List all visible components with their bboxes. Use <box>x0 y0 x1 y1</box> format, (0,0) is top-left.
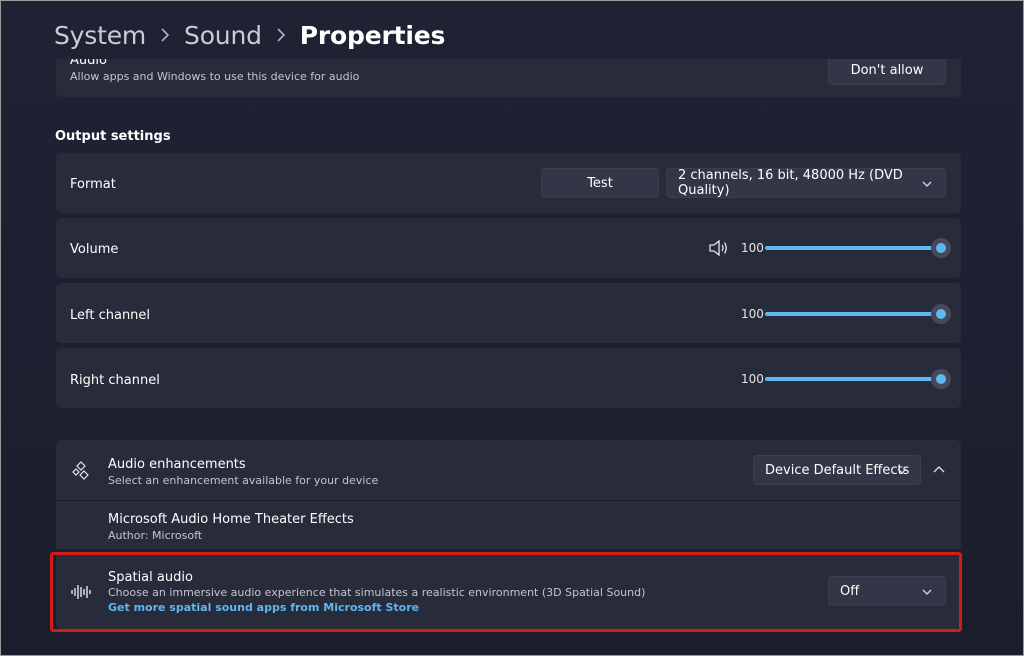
chevron-right-icon <box>160 28 170 42</box>
volume-slider[interactable] <box>765 238 951 258</box>
right-channel-slider[interactable] <box>765 369 951 389</box>
chevron-right-icon <box>276 28 286 42</box>
format-dropdown[interactable]: 2 channels, 16 bit, 48000 Hz (DVD Qualit… <box>666 168 946 198</box>
breadcrumb: System Sound Properties <box>54 15 445 55</box>
output-settings-heading: Output settings <box>55 129 171 144</box>
breadcrumb-system[interactable]: System <box>54 21 146 50</box>
left-channel-thumb[interactable] <box>931 304 951 324</box>
volume-row: Volume 100 <box>56 218 961 278</box>
audio-enhancements-title: Audio enhancements <box>108 457 246 472</box>
enhancements-value: Device Default Effects <box>765 462 910 478</box>
format-label: Format <box>70 177 116 192</box>
volume-track <box>765 246 941 250</box>
audio-enhancements-description: Select an enhancement available for your… <box>108 474 379 487</box>
right-channel-thumb[interactable] <box>931 369 951 389</box>
audio-description: Allow apps and Windows to use this devic… <box>70 70 360 83</box>
right-channel-label: Right channel <box>70 373 160 388</box>
effect-author: Author: Microsoft <box>108 529 203 542</box>
enhancements-dropdown[interactable]: Device Default Effects <box>753 455 921 485</box>
audio-permission-row: Audio Allow apps and Windows to use this… <box>56 59 961 97</box>
volume-label: Volume <box>70 242 119 257</box>
format-value: 2 channels, 16 bit, 48000 Hz (DVD Qualit… <box>678 168 903 198</box>
right-channel-row: Right channel 100 <box>56 348 961 408</box>
chevron-up-icon[interactable] <box>932 462 946 476</box>
left-channel-slider[interactable] <box>765 304 951 324</box>
highlight-box <box>50 552 962 632</box>
dont-allow-button[interactable]: Don't allow <box>828 59 946 85</box>
effect-name: Microsoft Audio Home Theater Effects <box>108 512 354 527</box>
test-button[interactable]: Test <box>541 168 659 198</box>
speaker-icon[interactable] <box>708 239 730 257</box>
audio-enhancements-row[interactable]: Audio enhancements Select an enhancement… <box>56 440 961 500</box>
left-channel-value: 100 <box>741 307 764 321</box>
audio-label: Audio <box>70 59 107 68</box>
chevron-down-icon <box>897 468 907 474</box>
right-channel-value: 100 <box>741 372 764 386</box>
settings-window: System Sound Properties Audio Allow apps… <box>0 0 1024 656</box>
effect-info-row: Microsoft Audio Home Theater Effects Aut… <box>56 501 961 549</box>
left-channel-row: Left channel 100 <box>56 283 961 343</box>
volume-value: 100 <box>741 241 764 255</box>
page-title: Properties <box>299 20 446 50</box>
left-channel-track <box>765 312 941 316</box>
right-channel-track <box>765 377 941 381</box>
enhancements-icon <box>71 460 91 480</box>
format-row: Format Test 2 channels, 16 bit, 48000 Hz… <box>56 153 961 213</box>
left-channel-label: Left channel <box>70 308 151 323</box>
volume-thumb[interactable] <box>931 238 951 258</box>
chevron-down-icon <box>922 181 932 187</box>
breadcrumb-sound[interactable]: Sound <box>184 21 262 50</box>
